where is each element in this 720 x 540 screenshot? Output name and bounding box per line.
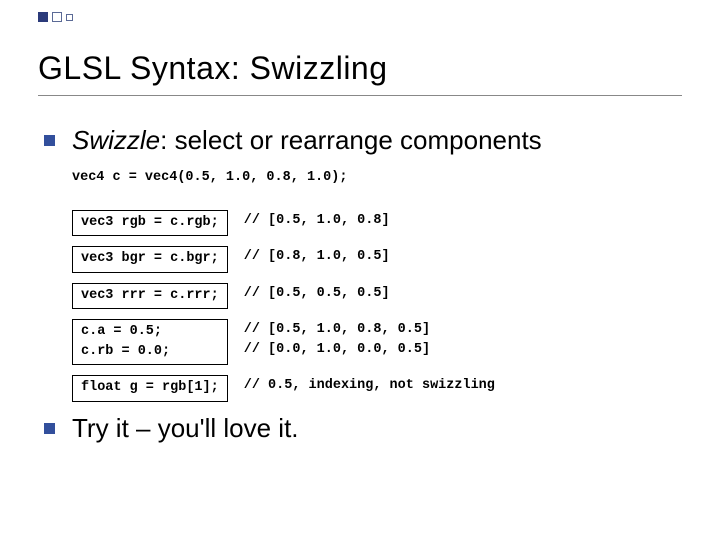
title-divider — [38, 95, 682, 96]
code-cell: c.a = 0.5; c.rb = 0.0; — [72, 319, 228, 366]
code-comment: // [0.5, 1.0, 0.8] — [228, 210, 496, 236]
header-decoration — [38, 12, 73, 22]
bullet-item-swizzle: Swizzle: select or rearrange components — [38, 124, 682, 158]
code-table: vec3 rgb = c.rgb; // [0.5, 1.0, 0.8] vec… — [72, 200, 496, 412]
deco-square-icon — [52, 12, 62, 22]
bullet-list: Swizzle: select or rearrange components — [38, 124, 682, 158]
bullet-term: Swizzle — [72, 125, 160, 155]
code-block: vec4 c = vec4(0.5, 1.0, 0.8, 1.0); vec3 … — [72, 168, 682, 412]
code-declaration: vec4 c = vec4(0.5, 1.0, 0.8, 1.0); — [72, 168, 682, 188]
code-cell: float g = rgb[1]; — [72, 375, 228, 401]
code-comment: // [0.5, 0.5, 0.5] — [228, 283, 496, 309]
slide-title: GLSL Syntax: Swizzling — [38, 50, 682, 87]
code-comment: // [0.8, 1.0, 0.5] — [228, 246, 496, 272]
deco-square-icon — [38, 12, 48, 22]
code-comment: // 0.5, indexing, not swizzling — [228, 375, 496, 401]
code-row: vec3 rgb = c.rgb; // [0.5, 1.0, 0.8] — [72, 210, 496, 236]
code-row: vec3 rrr = c.rrr; // [0.5, 0.5, 0.5] — [72, 283, 496, 309]
code-cell: vec3 rrr = c.rrr; — [72, 283, 228, 309]
code-row: vec3 bgr = c.bgr; // [0.8, 1.0, 0.5] — [72, 246, 496, 272]
bullet-item-tryit: Try it – you'll love it. — [38, 412, 682, 446]
code-cell: vec3 rgb = c.rgb; — [72, 210, 228, 236]
slide: GLSL Syntax: Swizzling Swizzle: select o… — [0, 0, 720, 540]
code-comment: // [0.5, 1.0, 0.8, 0.5] // [0.0, 1.0, 0.… — [228, 319, 496, 366]
code-cell: vec3 bgr = c.bgr; — [72, 246, 228, 272]
deco-square-icon — [66, 14, 73, 21]
bullet-list: Try it – you'll love it. — [38, 412, 682, 446]
bullet-text: Try it – you'll love it. — [72, 413, 299, 443]
code-row: c.a = 0.5; c.rb = 0.0; // [0.5, 1.0, 0.8… — [72, 319, 496, 366]
code-row: float g = rgb[1]; // 0.5, indexing, not … — [72, 375, 496, 401]
bullet-text: : select or rearrange components — [160, 125, 542, 155]
